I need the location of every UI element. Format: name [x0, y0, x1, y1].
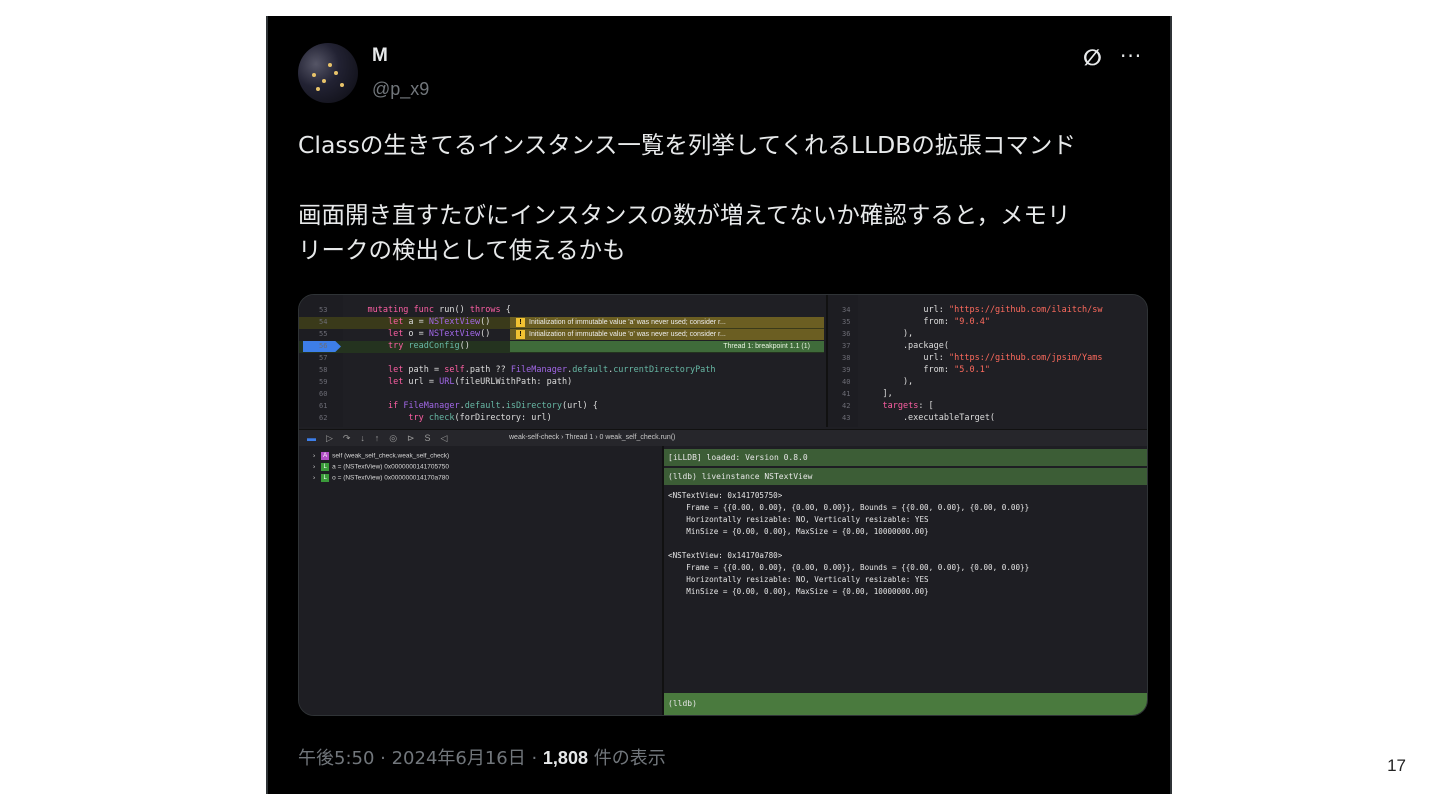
code-editor: 53 mutating func run() throws { 54 let a … [299, 295, 824, 427]
line-number: 60 [319, 390, 328, 398]
debug-toolbar: ▬ ▷ ↷ ↓ ↑ ◎ ⊳ S ◁ weak-self-check › Thre… [299, 429, 1147, 447]
code-line: if FileManager.default.isDirectory(url) … [387, 401, 598, 411]
code-line: let o = NSTextView() [387, 329, 491, 339]
console-command-line: (lldb) liveinstance NSTextView [664, 468, 1147, 485]
line-number: 41 [842, 390, 851, 398]
code-line: .package( [862, 341, 949, 351]
view-count-label: 件の表示 [587, 748, 666, 769]
xcode-screenshot[interactable]: 53 mutating func run() throws { 54 let a … [298, 294, 1148, 716]
tweet-text-line: Classの生きてるインスタンス一覧を列挙してくれるLLDBの拡張コマンド [298, 131, 1076, 159]
code-line: url: "https://github.com/jpsim/Yams [862, 353, 1103, 363]
code-line: mutating func run() throws { [367, 305, 511, 315]
step-over-icon[interactable]: ↷ [343, 430, 351, 446]
line-number: 55 [319, 330, 328, 338]
code-line: let a = NSTextView() [387, 317, 491, 327]
line-number: 37 [842, 342, 851, 350]
tweet-timestamp[interactable]: 午後5:50 · 2024年6月16日 · [298, 748, 543, 769]
variable-row[interactable]: › Lo = (NSTextView) 0x000000014170a780 [313, 474, 449, 482]
line-number: 39 [842, 366, 851, 374]
avatar[interactable] [298, 43, 358, 103]
variable-label: self (weak_self_check.weak_self_check) [332, 452, 450, 460]
code-line: from: "9.0.4" [862, 317, 990, 327]
variable-label: o = (NSTextView) 0x000000014170a780 [332, 474, 449, 482]
code-line: .executableTarget( [862, 413, 996, 423]
code-line: let url = URL(fileURLWithPath: path) [387, 377, 573, 387]
breakpoints-toggle-icon[interactable]: ▬ [307, 430, 316, 446]
code-line: ), [862, 329, 914, 339]
view-hierarchy-icon[interactable]: ◎ [389, 430, 397, 446]
console-output: <NSTextView: 0x141705750> Frame = {{0.00… [668, 491, 1030, 596]
variables-view: › Aself (weak_self_check.weak_self_check)… [299, 446, 664, 715]
step-into-icon[interactable]: ↓ [360, 430, 365, 446]
disclosure-chevron-icon[interactable]: › [313, 453, 315, 460]
line-number: 62 [319, 414, 328, 422]
variable-kind-badge: L [321, 463, 330, 471]
line-number: 58 [319, 366, 328, 374]
line-number: 40 [842, 378, 851, 386]
line-number: 54 [319, 318, 328, 326]
line-number: 57 [319, 354, 328, 362]
disclosure-chevron-icon[interactable]: › [313, 475, 315, 482]
lldb-console[interactable]: [iLLDB] loaded: Version 0.8.0 (lldb) liv… [664, 446, 1147, 715]
debug-breadcrumb[interactable]: weak-self-check › Thread 1 › 0 weak_self… [509, 430, 675, 446]
variable-row[interactable]: › La = (NSTextView) 0x0000000141705750 [313, 463, 449, 471]
tweet-text: Classの生きてるインスタンス一覧を列挙してくれるLLDBの拡張コマンド 画面… [298, 128, 1148, 268]
continue-icon[interactable]: ▷ [326, 430, 333, 446]
line-number: 61 [319, 402, 328, 410]
author-handle[interactable]: @p_x9 [372, 79, 429, 100]
code-line: try check(forDirectory: url) [408, 413, 552, 423]
variable-kind-badge: A [321, 452, 330, 460]
slide-number: 17 [1387, 756, 1406, 775]
location-icon[interactable]: ◁ [441, 430, 448, 446]
line-number: 59 [319, 378, 328, 386]
line-number: 38 [842, 354, 851, 362]
warning-annotation: ! Initialization of immutable value 'a' w… [510, 317, 824, 328]
breakpoint-annotation: Thread 1: breakpoint 1.1 (1) [510, 341, 824, 352]
line-number: 34 [842, 306, 851, 314]
line-number: 36 [842, 330, 851, 338]
package-editor: 34 url: "https://github.com/ilaitch/sw 35… [826, 295, 1147, 427]
line-number: 42 [842, 402, 851, 410]
code-line: ), [862, 377, 914, 387]
memory-graph-icon[interactable]: ⊳ [407, 430, 415, 446]
more-options-icon[interactable]: ··· [1120, 44, 1142, 68]
step-out-icon[interactable]: ↑ [375, 430, 380, 446]
variable-row[interactable]: › Aself (weak_self_check.weak_self_check) [313, 452, 449, 460]
tweet-text-line: リークの検出として使えるかも [298, 236, 626, 264]
disclosure-chevron-icon[interactable]: › [313, 464, 315, 471]
view-count: 1,808 [542, 748, 588, 768]
line-number: 43 [842, 414, 851, 422]
grok-icon[interactable]: ∅ [1083, 46, 1102, 71]
tweet-text-line: 画面開き直すたびにインスタンスの数が増えてないか確認すると，メモリ [298, 201, 1071, 229]
code-line: from: "5.0.1" [862, 365, 990, 375]
line-number: 56 [319, 342, 328, 350]
line-number: 35 [842, 318, 851, 326]
code-line: targets: [ [882, 401, 934, 411]
console-loaded-line: [iLLDB] loaded: Version 0.8.0 [664, 449, 1147, 466]
variable-label: a = (NSTextView) 0x0000000141705750 [332, 463, 449, 471]
code-line: try readConfig() [387, 341, 470, 351]
warning-annotation: ! Initialization of immutable value 'o' w… [510, 329, 824, 340]
environment-icon[interactable]: S [425, 430, 431, 446]
console-prompt[interactable]: (lldb) [664, 693, 1147, 715]
line-number: 53 [319, 306, 328, 314]
code-line: url: "https://github.com/ilaitch/sw [862, 305, 1103, 315]
tweet-meta: 午後5:50 · 2024年6月16日 · 1,808 件の表示 [298, 744, 666, 770]
tweet-card: M @p_x9 ∅ ··· Classの生きてるインスタンス一覧を列挙してくれる… [266, 16, 1172, 794]
code-line: let path = self.path ?? FileManager.defa… [387, 365, 716, 375]
variable-kind-badge: L [321, 474, 330, 482]
code-line: ], [862, 389, 893, 399]
author-name[interactable]: M [372, 45, 388, 67]
